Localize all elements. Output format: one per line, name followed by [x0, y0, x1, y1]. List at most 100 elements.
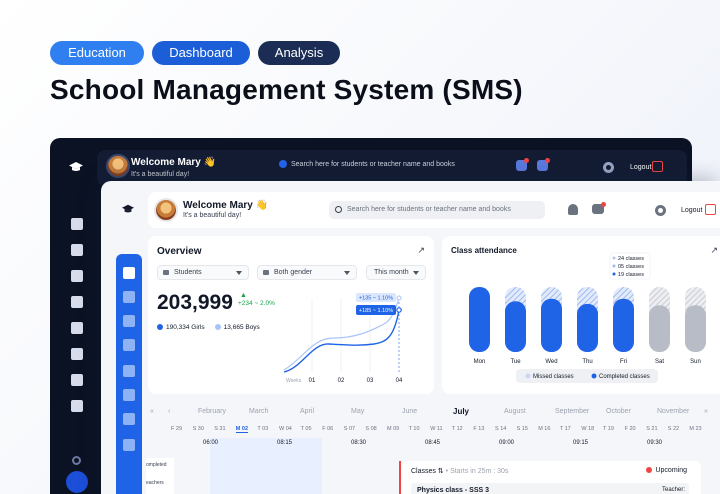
overview-card: Overview ↗ Students Both gender This mon… [148, 236, 434, 394]
chevron-left-icon[interactable]: « [150, 408, 154, 415]
month-item[interactable]: August [504, 408, 526, 415]
gear-icon[interactable] [603, 162, 614, 173]
total-students: 203,999 [157, 291, 233, 314]
day-item[interactable]: F 29 [171, 426, 182, 432]
day-item[interactable]: T 19 [603, 426, 614, 432]
bell-icon[interactable] [568, 204, 578, 215]
period-select[interactable]: This month [366, 265, 426, 280]
bell-icon[interactable] [516, 158, 529, 171]
day-label: Tue [510, 359, 521, 365]
chevron-down-icon [236, 271, 242, 275]
completed-bar[interactable] [469, 287, 490, 352]
day-item[interactable]: S 08 [365, 426, 376, 432]
boys-hover-point[interactable] [396, 295, 402, 301]
day-item[interactable]: W 18 [581, 426, 594, 432]
day-item[interactable]: F 20 [625, 426, 636, 432]
day-item[interactable]: T 12 [452, 426, 463, 432]
clipboard-icon[interactable] [71, 296, 83, 308]
id-card-icon[interactable] [123, 315, 135, 327]
completed-bar[interactable] [613, 298, 634, 352]
logout-button[interactable]: Logout [630, 164, 651, 171]
day-item[interactable]: T 10 [409, 426, 420, 432]
day-item[interactable]: T 03 [257, 426, 268, 432]
id-card-icon[interactable] [71, 270, 83, 282]
grid-icon[interactable] [71, 218, 83, 230]
day-item[interactable]: W 04 [279, 426, 292, 432]
day-item[interactable]: M 16 [538, 426, 550, 432]
legend-girls: 190,334 Girls [157, 324, 205, 331]
day-item[interactable]: S 14 [495, 426, 506, 432]
day-item[interactable]: W 11 [430, 426, 442, 432]
class-item[interactable]: Physics class - SSS 3 [411, 483, 689, 494]
moon-toggle-button[interactable] [66, 471, 88, 493]
chevron-down-icon [413, 271, 419, 275]
cap-icon[interactable] [123, 291, 135, 303]
settings-icon[interactable] [123, 439, 135, 451]
day-item[interactable]: S 31 [214, 426, 225, 432]
x-tick-label: 02 [338, 378, 345, 384]
month-item[interactable]: July [453, 407, 469, 416]
month-item[interactable]: October [606, 408, 631, 415]
day-item[interactable]: S 15 [517, 426, 528, 432]
chat-icon[interactable] [537, 158, 550, 171]
completed-bar[interactable] [685, 305, 706, 352]
completed-bar[interactable] [577, 303, 598, 352]
search-input[interactable]: Search here for students or teacher name… [279, 160, 489, 176]
month-item[interactable]: February [198, 408, 226, 415]
day-item[interactable]: F 06 [322, 426, 333, 432]
clipboard-icon[interactable] [123, 339, 135, 351]
tooltip-missed: 05 classes [618, 264, 644, 270]
type-select[interactable]: Students [157, 265, 249, 280]
chart-icon[interactable] [123, 413, 135, 425]
month-item[interactable]: September [555, 408, 589, 415]
chat-icon[interactable] [123, 365, 135, 377]
book-icon[interactable] [71, 348, 83, 360]
chat-icon[interactable] [592, 202, 606, 214]
grid-icon[interactable] [123, 267, 135, 279]
completed-bar[interactable] [505, 301, 526, 352]
chat-icon[interactable] [71, 322, 83, 334]
day-item[interactable]: M 23 [689, 426, 701, 432]
month-item[interactable]: April [300, 408, 314, 415]
month-item[interactable]: May [351, 408, 364, 415]
day-item[interactable]: T 17 [560, 426, 571, 432]
chevron-left-icon[interactable]: ‹ [168, 408, 170, 415]
logout-icon[interactable] [705, 204, 716, 215]
day-item[interactable]: M 09 [387, 426, 399, 432]
gear-icon[interactable] [655, 205, 666, 216]
cap-icon[interactable] [71, 244, 83, 256]
sun-icon[interactable] [72, 456, 81, 465]
settings-icon[interactable] [71, 400, 83, 412]
month-item[interactable]: June [402, 408, 417, 415]
logout-button[interactable]: Logout [681, 207, 702, 214]
classes-label[interactable]: Classes ⇅ • Starts in 25m : 30s [411, 467, 508, 475]
day-item[interactable]: S 22 [668, 426, 679, 432]
avatar[interactable] [106, 154, 130, 178]
month-item[interactable]: November [657, 408, 689, 415]
time-label: 08:15 [277, 440, 293, 446]
graduation-cap-icon [69, 162, 83, 171]
chart-icon[interactable] [71, 374, 83, 386]
search-placeholder: Search here for students or teacher name… [291, 160, 455, 168]
completed-bar[interactable] [649, 305, 670, 352]
search-input[interactable]: Search here for students or teacher name… [329, 201, 545, 219]
month-item[interactable]: March [249, 408, 268, 415]
day-item[interactable]: F 13 [473, 426, 484, 432]
attendance-day-labels: Mon Tue Wed Thu Fri Sat Sun [474, 359, 701, 365]
expand-arrow-icon[interactable]: ↗ [417, 245, 425, 256]
logout-icon[interactable] [652, 161, 663, 172]
completed-bar[interactable] [541, 298, 562, 352]
chevron-right-icon[interactable]: » [704, 408, 708, 415]
gender-select[interactable]: Both gender [257, 265, 357, 280]
day-item[interactable]: M 02 [235, 426, 249, 433]
book-icon[interactable] [123, 389, 135, 401]
time-label: 06:00 [203, 440, 219, 446]
day-item[interactable]: S 07 [344, 426, 355, 432]
day-item[interactable]: S 30 [193, 426, 204, 432]
girls-hover-point[interactable] [396, 307, 402, 313]
tooltip-dot [612, 264, 616, 268]
attendance-tooltip: 24 classes 05 classes 19 classes [609, 252, 651, 280]
day-item[interactable]: S 21 [646, 426, 657, 432]
day-item[interactable]: T 05 [301, 426, 312, 432]
avatar[interactable] [154, 198, 178, 222]
